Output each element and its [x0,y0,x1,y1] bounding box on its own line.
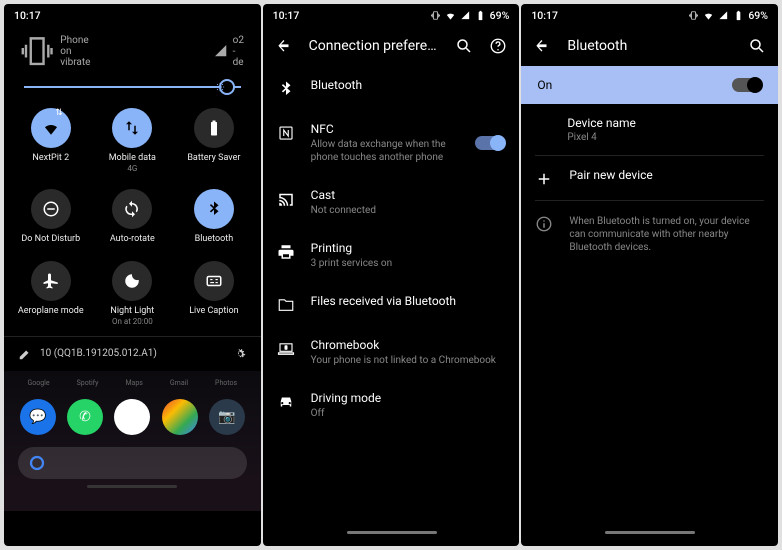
plane-icon [42,272,60,290]
toggle-on[interactable] [732,78,762,92]
qs-tile-bt[interactable]: Bluetooth [173,185,255,249]
qs-tile-battery[interactable]: Battery Saver [173,104,255,177]
appbar: Connection preferen… [263,26,520,66]
battery-icon [733,10,744,21]
page-title: Connection preferen… [309,38,440,54]
pref-print[interactable]: Printing3 print services on [263,229,520,282]
pref-laptop[interactable]: ChromebookYour phone is not linked to a … [263,326,520,379]
vibrate-icon [18,32,56,70]
help-icon[interactable] [489,37,507,55]
print-icon [277,243,295,261]
appbar: Bluetooth [521,26,778,66]
pref-folder[interactable]: Files received via Bluetooth [263,282,520,326]
signal-icon [460,10,471,21]
qs-tile-air[interactable]: Aeroplane mode [10,257,92,330]
google-icon [28,454,46,472]
vibrate-icon [430,10,441,21]
qs-tile-wifi[interactable]: ⇅NextPit 2 [10,104,92,177]
laptop-icon [277,340,295,358]
status-icons [248,9,251,22]
status-icons: 69% [430,9,510,22]
pref-bt[interactable]: Bluetooth [263,66,520,110]
bt-icon [277,80,295,98]
swap-icon [123,119,141,137]
quick-settings-panel: 10:17 Phone on vibrate o2 - de ⇅NextPit … [4,4,261,546]
dnd-icon [42,200,60,218]
app-spotify[interactable]: Spotify [77,377,99,387]
bluetooth-toggle-row[interactable]: On [521,66,778,104]
cast-icon [277,190,295,208]
vibrate-icon [688,10,699,21]
back-icon[interactable] [275,37,293,55]
whatsapp-icon[interactable]: ✆ [67,399,103,435]
pref-cast[interactable]: CastNot connected [263,176,520,229]
search-icon[interactable] [748,37,766,55]
battery-icon [205,119,223,137]
nfc-icon [277,124,295,142]
carrier-status: o2 - de [213,35,247,68]
back-icon[interactable] [533,37,551,55]
nav-handle[interactable] [605,531,695,534]
ringer-status[interactable]: Phone on vibrate [18,32,97,70]
folder-icon [277,296,295,314]
status-icons: 69% [688,9,768,22]
bluetooth-panel: 10:17 69% Bluetooth On Device name Pixel… [521,4,778,546]
nfc-toggle[interactable] [475,136,505,150]
car-icon [277,393,295,411]
signal-icon [213,43,229,59]
info-icon [535,215,553,233]
clock: 10:17 [531,9,558,22]
qs-footer: 10 (QQ1B.191205.012.A1) [4,336,261,371]
app-maps[interactable]: Maps [125,377,142,387]
page-title: Bluetooth [567,38,732,54]
connection-preferences-panel: 10:17 69% Connection preferen… Bluetooth… [263,4,520,546]
statusbar: 10:17 69% [521,4,778,26]
statusbar: 10:17 69% [263,4,520,26]
qs-tile-rotate[interactable]: Auto-rotate [92,185,174,249]
brightness-slider[interactable] [24,86,241,88]
pref-car[interactable]: Driving modeOff [263,379,520,432]
build-number[interactable]: 10 (QQ1B.191205.012.A1) [40,348,157,359]
edit-icon[interactable] [18,347,32,361]
qs-tile-data[interactable]: Mobile data4G [92,104,174,177]
app-gmail[interactable]: Gmail [170,377,188,387]
qs-tile-caption[interactable]: Live Caption [173,257,255,330]
pair-new-device[interactable]: Pair new device [521,156,778,200]
bt-icon [205,200,223,218]
battery-icon [475,10,486,21]
app-photos[interactable]: Photos [215,377,237,387]
google-search-bar[interactable] [18,447,247,479]
nav-handle[interactable] [87,485,177,488]
device-name-row[interactable]: Device name Pixel 4 [521,104,778,155]
wifi-icon [703,10,714,21]
chrome-icon[interactable] [162,399,198,435]
qs-tile-night[interactable]: Night LightOn at 20:00 [92,257,174,330]
rotate-icon [123,200,141,218]
pref-nfc[interactable]: NFCAllow data exchange when the phone to… [263,110,520,176]
home-screen-dimmed: Google Spotify Maps Gmail Photos 💬 ✆ ✱ 📷 [4,371,261,511]
brightness-icon [215,82,225,92]
info-text: When Bluetooth is turned on, your device… [521,201,778,266]
qs-tile-dnd[interactable]: Do Not Disturb [10,185,92,249]
wifi-icon [42,119,60,137]
app-google[interactable]: Google [28,377,50,387]
search-icon[interactable] [455,37,473,55]
moon-icon [123,272,141,290]
plus-icon [535,170,553,188]
wifi-icon [445,10,456,21]
nav-handle[interactable] [347,531,437,534]
caption-icon [205,272,223,290]
clock: 10:17 [273,9,300,22]
bluetooth-state: On [537,78,552,92]
messages-icon[interactable]: 💬 [20,399,56,435]
signal-icon [718,10,729,21]
slack-icon[interactable]: ✱ [114,399,150,435]
camera-icon[interactable]: 📷 [209,399,245,435]
clock: 10:17 [14,9,41,22]
gear-icon[interactable] [233,347,247,361]
statusbar: 10:17 [4,4,261,26]
